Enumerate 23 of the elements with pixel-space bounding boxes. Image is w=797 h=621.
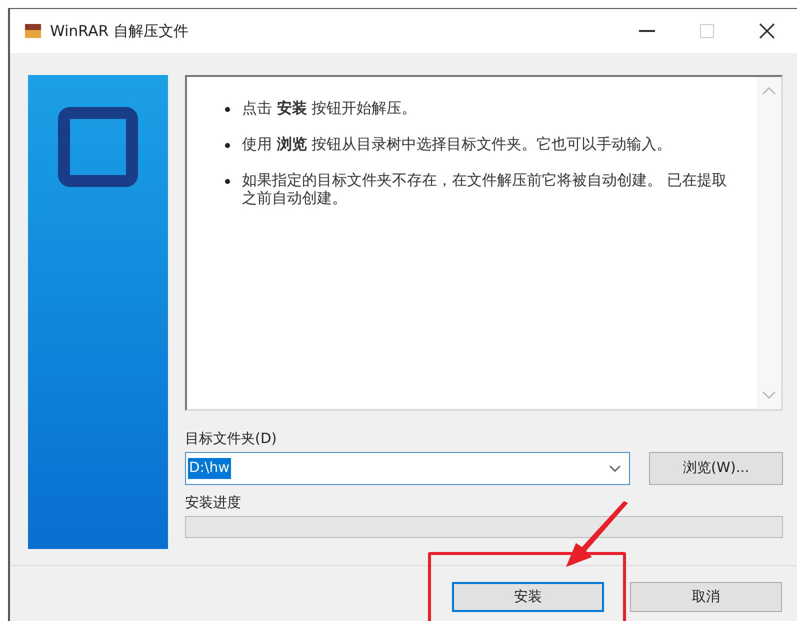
dialog-button[interactable]: 取消 (630, 582, 782, 612)
minimize-icon[interactable] (639, 30, 655, 32)
bullet-icon (225, 143, 230, 148)
maximize-icon[interactable] (700, 24, 714, 38)
dialog-button[interactable]: 安装 (452, 582, 604, 612)
instruction-text: 点击 安装 按钮开始解压。 (242, 99, 417, 117)
bullet-icon (225, 107, 230, 112)
field-value: D:\hw (188, 458, 231, 479)
instruction-text: 如果指定的目标文件夹不存在，在文件解压前它将被自动创建。 已在提取之前自动创建。 (242, 171, 727, 207)
field-label: 安装进度 (185, 494, 242, 513)
scroll-down-icon[interactable] (762, 391, 776, 399)
instruction-text: 使用 浏览 按钮从目录树中选择目标文件夹。它也可以手动输入。 (242, 135, 672, 153)
archive-icon (24, 23, 42, 39)
square-logo-icon (58, 107, 138, 187)
bullet-icon (225, 179, 230, 184)
browse-button[interactable]: 浏览(W)... (649, 452, 783, 485)
scrollbar[interactable] (757, 77, 781, 409)
scroll-up-icon[interactable] (762, 87, 776, 95)
dropdown-icon[interactable] (609, 465, 622, 472)
close-icon[interactable] (759, 23, 775, 39)
window-title: WinRAR 自解压文件 (50, 20, 188, 42)
destination-combo[interactable]: D:\hw (185, 452, 630, 485)
field-label: 目标文件夹(D) (185, 430, 278, 449)
